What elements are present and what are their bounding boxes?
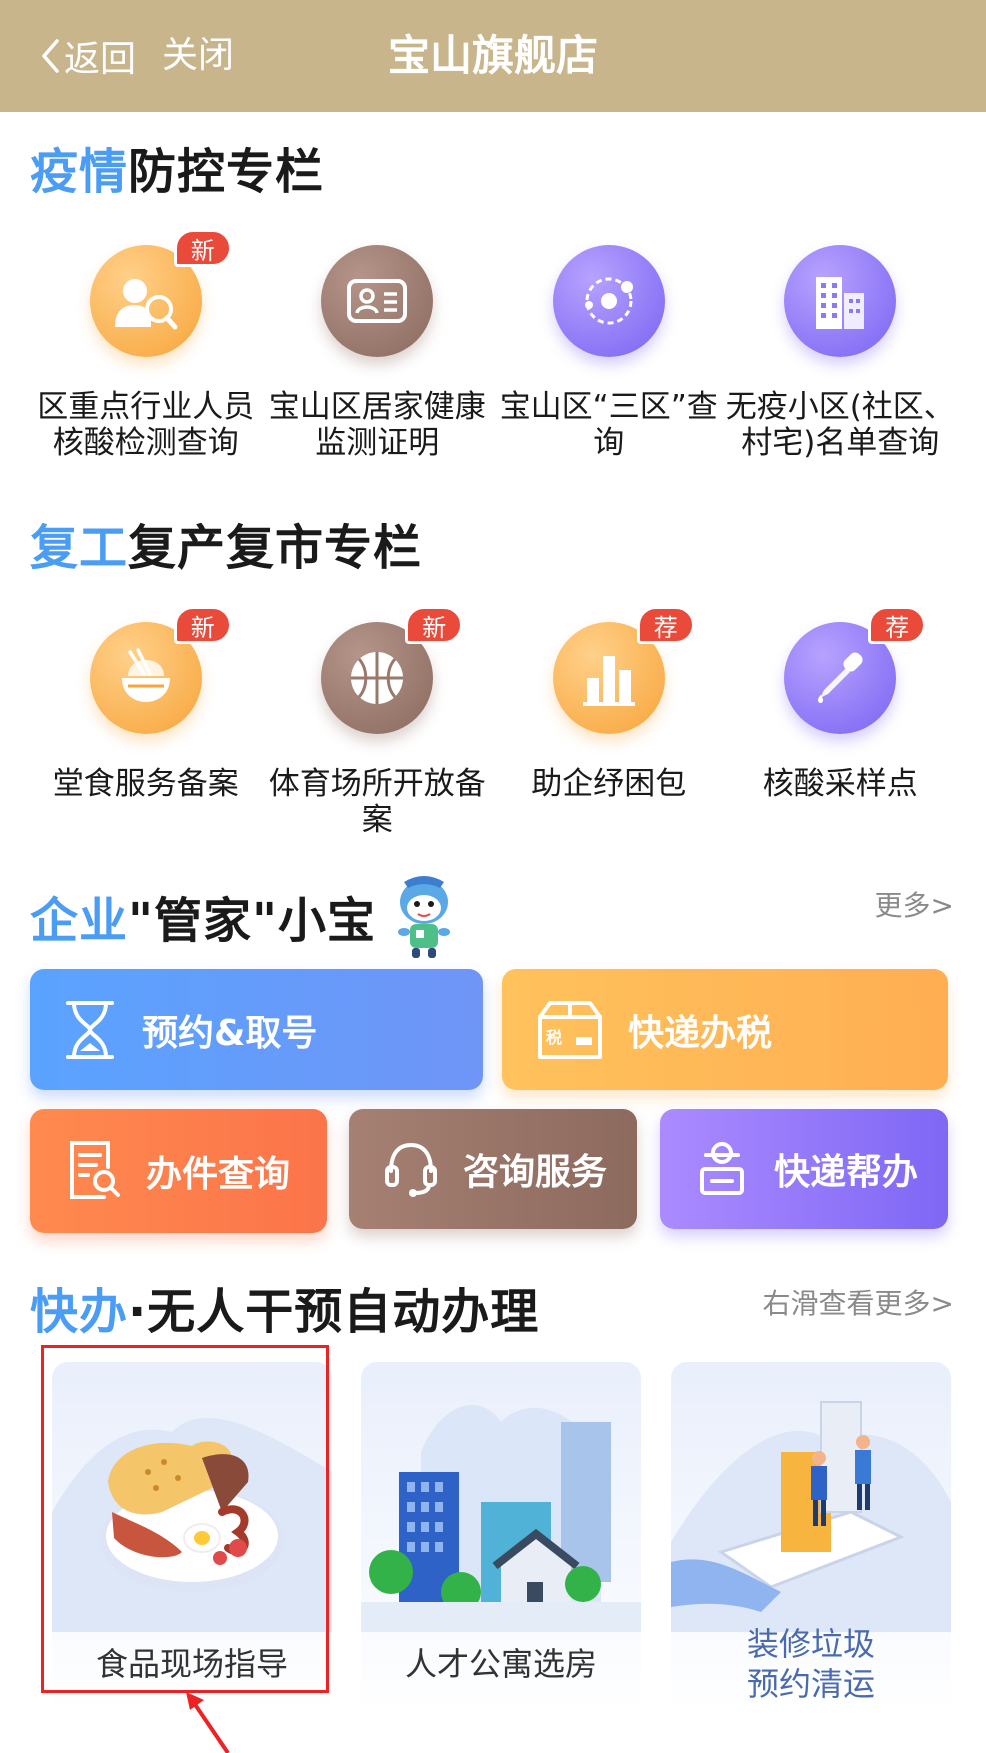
- id-card-icon: [321, 245, 434, 357]
- icon-wrap: 荐: [784, 606, 927, 734]
- badge-new: 新: [173, 606, 232, 644]
- courier-help-button[interactable]: 快递帮办: [660, 1109, 948, 1229]
- section-title-rest: 防控专栏: [128, 144, 325, 200]
- section-title-rest: ·无人干预自动办理: [128, 1284, 540, 1340]
- orbit-icon: [552, 245, 665, 357]
- icon-wrap: 荐: [552, 606, 695, 734]
- section-title-resume: 复工复产复市专栏: [30, 508, 422, 578]
- icon-wrap: [784, 245, 897, 357]
- grid-item-dine-in-filing[interactable]: 新 堂食服务备案: [30, 606, 262, 838]
- badge-recommend: 荐: [636, 606, 695, 644]
- grid-item-label: 堂食服务备案: [52, 766, 239, 802]
- grid-item-label: 宝山区“三区”查询: [499, 389, 718, 461]
- grid-item-covid-free-list[interactable]: 无疫小区(社区、村宅)名单查询: [725, 245, 957, 461]
- card-talent-apartment[interactable]: 人才公寓选房: [361, 1362, 641, 1712]
- quick-more-link[interactable]: 右滑查看更多>: [763, 1282, 954, 1322]
- appointment-label: 预约&取号: [142, 1012, 318, 1054]
- headset-icon: [383, 1139, 439, 1199]
- grid-item-label: 核酸采样点: [762, 766, 918, 802]
- top-bar: 返回 关闭 宝山旗舰店: [0, 0, 986, 112]
- appointment-button[interactable]: 预约&取号: [30, 969, 483, 1090]
- svg-text:税: 税: [546, 1028, 562, 1047]
- card-food-guidance-label: 食品现场指导: [95, 1645, 288, 1683]
- grid-item-label: 无疫小区(社区、村宅)名单查询: [725, 389, 955, 461]
- icon-wrap: 新: [89, 229, 232, 357]
- badge-new: 新: [173, 229, 232, 267]
- card-renovation-waste[interactable]: 装修垃圾 预约清运: [671, 1362, 951, 1712]
- case-query-label: 办件查询: [146, 1154, 291, 1195]
- epidemic-grid: 新 区重点行业人员核酸检测查询 宝山区居家健康监测证明 宝山区“三区”查询 无疫…: [30, 229, 957, 461]
- grid-item-label: 助企纾困包: [531, 766, 687, 802]
- case-query-button[interactable]: 办件查询: [30, 1109, 327, 1233]
- card-label-line2: 预约清运: [746, 1665, 875, 1703]
- section-title-rest: "管家"小宝: [128, 893, 377, 949]
- icon-wrap: [552, 245, 665, 357]
- courier-help-label: 快递帮办: [774, 1152, 919, 1193]
- icon-wrap: [321, 245, 434, 357]
- icon-wrap: 新: [321, 606, 464, 734]
- buildings-icon: [784, 245, 897, 357]
- mascot-icon: [398, 876, 451, 958]
- grid-item-label: 区重点行业人员核酸检测查询: [37, 389, 255, 461]
- apartment-buildings-icon: [361, 1405, 641, 1632]
- section-title-rest: 复产复市专栏: [128, 520, 423, 576]
- breakfast-plate-icon: [52, 1417, 332, 1632]
- tax-box-icon: 税: [536, 999, 604, 1061]
- card-food-guidance[interactable]: 食品现场指导: [52, 1362, 332, 1712]
- grid-item-sports-venue-filing[interactable]: 新 体育场所开放备案: [262, 606, 494, 838]
- section-title-accent: 快办: [30, 1284, 129, 1340]
- grid-item-sampling-point[interactable]: 荐 核酸采样点: [725, 606, 957, 838]
- card-renovation-waste-label: 装修垃圾 预约清运: [671, 1624, 951, 1704]
- consult-service-button[interactable]: 咨询服务: [349, 1109, 637, 1229]
- grid-item-nucleic-query[interactable]: 新 区重点行业人员核酸检测查询: [30, 229, 262, 461]
- card-label-line1: 装修垃圾: [746, 1625, 875, 1663]
- grid-item-relief-package[interactable]: 荐 助企纾困包: [493, 606, 725, 838]
- grid-item-home-health-proof[interactable]: 宝山区居家健康监测证明: [262, 245, 494, 461]
- express-tax-button[interactable]: 税 快递办税: [502, 969, 948, 1090]
- butler-more-link[interactable]: 更多>: [875, 884, 954, 924]
- section-title-epidemic: 疫情防控专栏: [30, 132, 324, 202]
- hourglass-icon: [62, 999, 118, 1061]
- section-title-accent: 疫情: [30, 144, 129, 200]
- card-talent-apartment-label: 人才公寓选房: [404, 1645, 597, 1683]
- badge-recommend: 荐: [868, 606, 927, 644]
- resume-grid: 新 堂食服务备案 新 体育场所开放备案 荐 助企纾困包 荐 核酸采样点: [30, 606, 957, 838]
- renovation-phone-icon: [671, 1401, 951, 1632]
- courier-icon: [694, 1139, 750, 1199]
- grid-item-label: 体育场所开放备案: [268, 766, 486, 838]
- icon-wrap: 新: [89, 606, 232, 734]
- grid-item-label: 宝山区居家健康监测证明: [268, 389, 486, 461]
- page-title: 宝山旗舰店: [387, 31, 598, 80]
- badge-new: 新: [405, 606, 464, 644]
- consult-service-label: 咨询服务: [463, 1152, 608, 1193]
- section-title-quick: 快办·无人干预自动办理: [30, 1272, 539, 1342]
- grid-item-three-zone-query[interactable]: 宝山区“三区”查询: [493, 245, 725, 461]
- section-title-butler: 企业 "管家"小宝: [30, 872, 458, 960]
- express-tax-label: 快递办税: [628, 1012, 773, 1054]
- section-title-accent: 复工: [30, 520, 129, 576]
- doc-search-icon: [66, 1139, 122, 1203]
- section-title-accent: 企业: [30, 893, 129, 949]
